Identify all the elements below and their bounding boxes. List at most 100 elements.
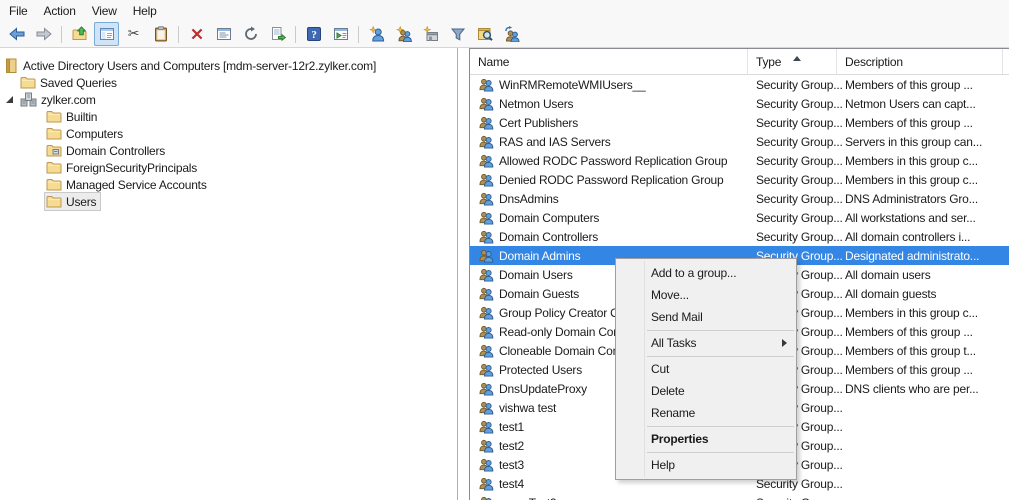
- object-name: WinRMRemoteWMIUsers__: [499, 77, 646, 92]
- context-menu-item-label: Delete: [651, 384, 685, 398]
- context-menu-item-move[interactable]: Move...: [616, 284, 796, 306]
- show-console-tree-icon: [99, 26, 115, 42]
- list-row[interactable]: Cert Publishers Security Group... Members …: [470, 113, 1009, 132]
- context-menu-item-properties[interactable]: Properties: [616, 428, 796, 450]
- column-header-name[interactable]: Name: [470, 49, 748, 74]
- list-header: Name Type Description: [470, 49, 1009, 75]
- context-menu-item-send-mail[interactable]: Send Mail: [616, 306, 796, 328]
- group-icon: [479, 401, 494, 415]
- context-menu-item-all-tasks[interactable]: All Tasks: [616, 332, 796, 354]
- delete-button[interactable]: [184, 22, 209, 46]
- cut-button[interactable]: ✂: [121, 22, 146, 46]
- help-button[interactable]: ?: [301, 22, 326, 46]
- object-description: [837, 398, 1003, 417]
- folder-icon: [46, 109, 62, 124]
- context-menu-item-help[interactable]: Help: [616, 454, 796, 476]
- menu-view[interactable]: View: [84, 0, 125, 21]
- tree-item-domain-controllers[interactable]: Domain Controllers: [0, 142, 457, 159]
- group-icon: [479, 439, 494, 453]
- tree-item-users[interactable]: Users: [0, 192, 457, 211]
- new-user-button[interactable]: [364, 22, 389, 46]
- filter-button[interactable]: [445, 22, 470, 46]
- group-icon: [479, 496, 494, 500]
- list-row[interactable]: Allowed RODC Password Replication Group S…: [470, 151, 1009, 170]
- tree-item-zylker-com[interactable]: zylker.com: [0, 91, 457, 108]
- tree-item-foreignsecurityprincipals[interactable]: ForeignSecurityPrincipals: [0, 159, 457, 176]
- column-header-description[interactable]: Description: [837, 49, 1003, 74]
- export-list-button[interactable]: [265, 22, 290, 46]
- find-button[interactable]: [472, 22, 497, 46]
- new-window-button[interactable]: [328, 22, 353, 46]
- context-menu-item-add-to-a-group[interactable]: Add to a group...: [616, 262, 796, 284]
- menu-file[interactable]: File: [1, 0, 36, 21]
- new-ou-button[interactable]: [418, 22, 443, 46]
- tree-item-computers[interactable]: Computers: [0, 125, 457, 142]
- object-name: test3: [499, 457, 525, 472]
- tree-item-managed-service-accounts[interactable]: Managed Service Accounts: [0, 176, 457, 193]
- paste-button[interactable]: [148, 22, 173, 46]
- list-row[interactable]: Domain Computers Security Group... All wor…: [470, 208, 1009, 227]
- toolbar: ✂?: [0, 21, 1009, 48]
- object-name-cell: DnsAdmins: [470, 189, 748, 208]
- context-menu-item-label: Properties: [651, 432, 709, 446]
- context-menu-item-label: Move...: [651, 288, 689, 302]
- cut-icon: ✂: [127, 26, 140, 42]
- list-row[interactable]: Denied RODC Password Replication Group Se…: [470, 170, 1009, 189]
- aduc-window: File Action View Help ✂? Active Directory U…: [0, 0, 1009, 500]
- new-group-button[interactable]: [391, 22, 416, 46]
- column-header-type[interactable]: Type: [748, 49, 837, 74]
- pane-divider: [458, 48, 469, 500]
- object-name: test2: [499, 438, 525, 453]
- list-row[interactable]: Domain Controllers Security Group... All d…: [470, 227, 1009, 246]
- show-console-tree-button[interactable]: [94, 22, 119, 46]
- object-description: Members of this group ...: [845, 77, 973, 92]
- tree-item-label: Computers: [66, 126, 123, 141]
- list-row[interactable]: RAS and IAS Servers Security Group... Serv…: [470, 132, 1009, 151]
- list-row[interactable]: Netmon Users Security Group... Netmon User…: [470, 94, 1009, 113]
- properties-button[interactable]: [211, 22, 236, 46]
- menu-action[interactable]: Action: [36, 0, 84, 21]
- menu-help[interactable]: Help: [125, 0, 165, 21]
- list-row[interactable]: groupTest2 Security Group...: [470, 493, 1009, 500]
- main-area: Active Directory Users and Computers [md…: [0, 48, 1009, 500]
- object-name: Netmon Users: [499, 96, 574, 111]
- refresh-button[interactable]: [238, 22, 263, 46]
- object-description: All domain guests: [845, 286, 937, 301]
- back-button[interactable]: [4, 22, 29, 46]
- refresh-icon: [243, 26, 259, 42]
- context-menu-item-label: All Tasks: [651, 336, 697, 350]
- object-description: Members in this group c...: [845, 305, 978, 320]
- context-menu-separator: [647, 451, 794, 453]
- object-description: DNS clients who are per...: [845, 381, 979, 396]
- tree-item-builtin[interactable]: Builtin: [0, 108, 457, 125]
- list-row[interactable]: WinRMRemoteWMIUsers__ Security Group... Me…: [470, 75, 1009, 94]
- object-name: Denied RODC Password Replication Group: [499, 172, 724, 187]
- group-icon: [479, 97, 494, 111]
- object-name-cell: WinRMRemoteWMIUsers__: [470, 75, 748, 94]
- expander-icon[interactable]: [5, 95, 14, 104]
- context-menu-item-delete[interactable]: Delete: [616, 380, 796, 402]
- tree-item-label: Managed Service Accounts: [66, 177, 207, 192]
- tree-item-label: ForeignSecurityPrincipals: [66, 160, 198, 175]
- object-name: Domain Controllers: [499, 229, 599, 244]
- up-one-level-button[interactable]: [67, 22, 92, 46]
- column-header-label: Type: [756, 54, 782, 69]
- group-icon: [479, 211, 494, 225]
- tree-item-label: Users: [66, 194, 97, 209]
- object-description: Members in this group c...: [845, 172, 978, 187]
- tree-item-label: zylker.com: [41, 92, 96, 107]
- tree-item-saved-queries[interactable]: Saved Queries: [0, 74, 457, 91]
- add-to-group-button[interactable]: [499, 22, 524, 46]
- object-description: All domain controllers i...: [845, 229, 971, 244]
- paste-icon: [153, 26, 169, 42]
- object-name-cell: Denied RODC Password Replication Group: [470, 170, 748, 189]
- context-menu-item-rename[interactable]: Rename: [616, 402, 796, 424]
- object-description: [837, 493, 1003, 500]
- tree-item-active-directory-users-and-computers-mdm-server-12r2-zylker-com[interactable]: Active Directory Users and Computers [md…: [0, 57, 457, 74]
- object-description: All workstations and ser...: [845, 210, 976, 225]
- object-type: Security Group...: [756, 210, 843, 225]
- context-menu-item-cut[interactable]: Cut: [616, 358, 796, 380]
- forward-button[interactable]: [31, 22, 56, 46]
- context-menu-item-label: Rename: [651, 406, 696, 420]
- list-row[interactable]: DnsAdmins Security Group... DNS Administra…: [470, 189, 1009, 208]
